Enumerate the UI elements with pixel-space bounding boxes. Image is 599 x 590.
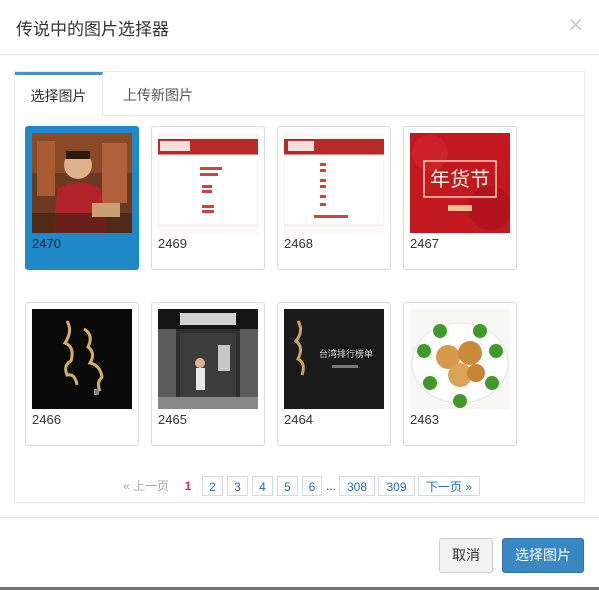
food-plate-photo-icon	[410, 309, 510, 409]
image-tile-2463[interactable]: 2463	[403, 302, 517, 446]
page-link-3[interactable]: 3	[227, 476, 248, 496]
dark-ranking-poster-icon: 台湾排行榜单	[284, 309, 384, 409]
poster-text: 年货节	[430, 167, 490, 191]
close-icon[interactable]: ×	[567, 14, 584, 34]
page-link-6[interactable]: 6	[302, 476, 322, 496]
page-link-2[interactable]: 2	[202, 476, 223, 496]
image-id-label: 2466	[32, 412, 61, 427]
modal-header: 传说中的图片选择器 ×	[0, 0, 599, 55]
image-id-label: 2469	[158, 236, 187, 251]
black-calligraphy-poster-icon	[32, 309, 132, 409]
image-picker-panel: 选择图片 上传新图片 2470 2469 2468 年货节 2467 2466 …	[14, 71, 585, 503]
tab-select-image[interactable]: 选择图片	[15, 72, 103, 116]
cancel-button[interactable]: 取消	[439, 538, 493, 573]
select-image-button[interactable]: 选择图片	[502, 538, 584, 573]
image-id-label: 2467	[410, 236, 439, 251]
image-tile-2465[interactable]: 2465	[151, 302, 265, 446]
shop-entrance-photo-icon	[158, 309, 258, 409]
page-link-308[interactable]: 308	[339, 476, 375, 496]
footer-divider	[0, 517, 599, 518]
image-tile-2468[interactable]: 2468	[277, 126, 391, 270]
document-thumbnail-icon	[158, 133, 258, 233]
image-id-label: 2464	[284, 412, 313, 427]
red-new-year-goods-poster-icon: 年货节	[410, 133, 510, 233]
image-id-label: 2463	[410, 412, 439, 427]
page-link-309[interactable]: 309	[378, 476, 415, 496]
page-link-4[interactable]: 4	[252, 476, 273, 496]
image-tile-2469[interactable]: 2469	[151, 126, 265, 270]
modal-title: 传说中的图片选择器	[16, 20, 169, 40]
page-link-5[interactable]: 5	[277, 476, 298, 496]
pagination: « 上一页 1 2 3 4 5 6 ... 308 309 下一页 »	[0, 476, 599, 498]
image-tile-2467[interactable]: 年货节 2467	[403, 126, 517, 270]
prev-page-link: « 上一页	[122, 479, 169, 493]
image-id-label: 2465	[158, 412, 187, 427]
image-tile-2466[interactable]: 2466	[25, 302, 139, 446]
page-ellipsis: ...	[325, 479, 336, 493]
image-tile-2470[interactable]: 2470	[25, 126, 139, 270]
tab-upload-image[interactable]: 上传新图片	[123, 72, 193, 115]
photo-man-in-red-jacket-icon	[32, 133, 132, 233]
poster-text: 台湾排行榜单	[319, 348, 373, 360]
next-page-link[interactable]: 下一页 »	[418, 476, 480, 496]
image-id-label: 2470	[32, 236, 61, 251]
image-id-label: 2468	[284, 236, 313, 251]
page-current: 1	[184, 479, 192, 493]
image-tile-2464[interactable]: 台湾排行榜单 2464	[277, 302, 391, 446]
document-thumbnail-icon	[284, 133, 384, 233]
tab-bar: 选择图片 上传新图片	[15, 72, 584, 116]
